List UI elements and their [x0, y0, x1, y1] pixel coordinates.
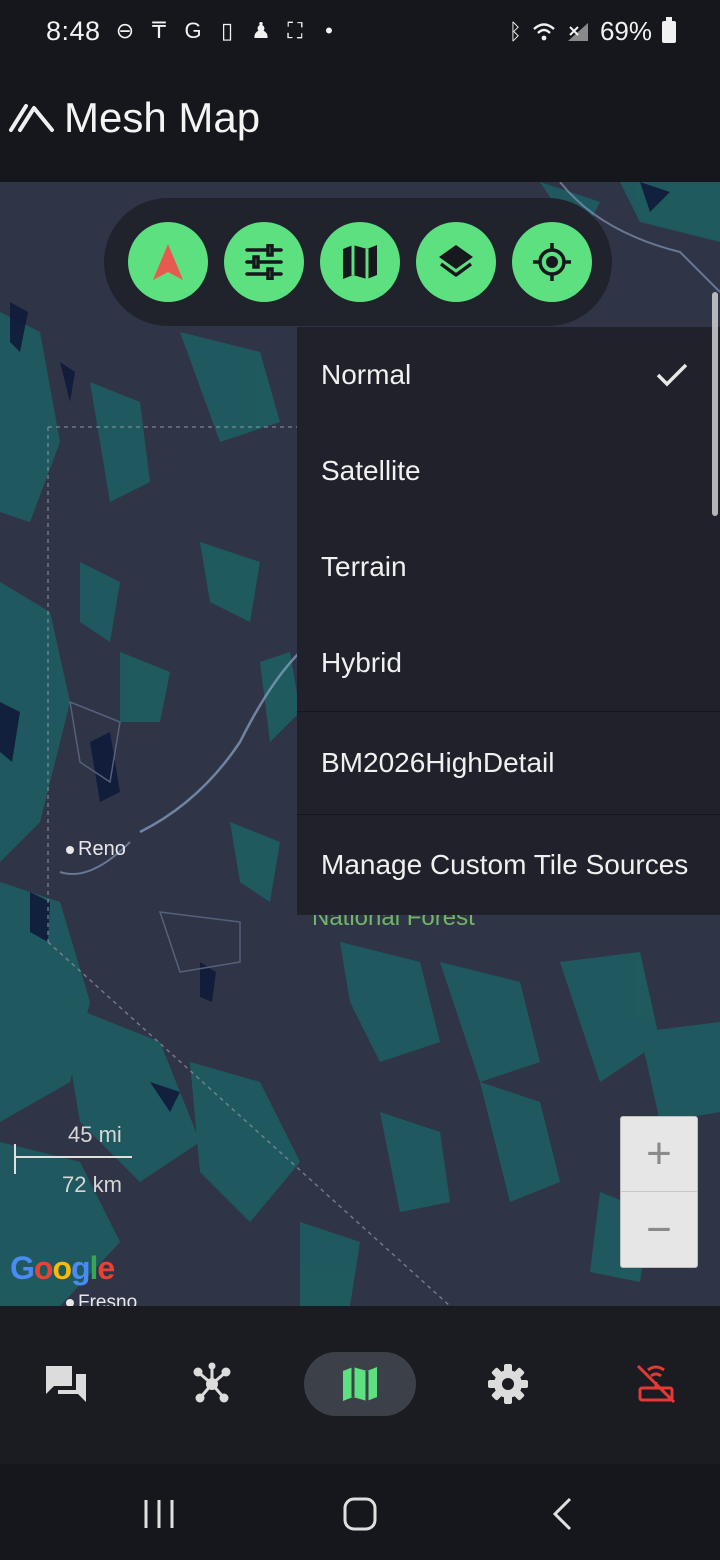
menu-item-normal[interactable]: Normal	[297, 327, 720, 423]
messages-icon	[46, 1366, 86, 1402]
place-label-fresno: Fresno	[66, 1292, 137, 1306]
zoom-control: + −	[620, 1116, 698, 1268]
layers-button[interactable]	[416, 222, 496, 302]
nav-messages[interactable]	[10, 1352, 122, 1416]
disconnected-icon	[636, 1364, 676, 1404]
tune-icon	[245, 244, 283, 280]
nav-map[interactable]	[304, 1352, 416, 1416]
back-icon[interactable]	[550, 1496, 576, 1532]
menu-item-manage-tile-sources[interactable]: Manage Custom Tile Sources	[297, 815, 720, 915]
recent-apps-icon[interactable]	[142, 1498, 176, 1530]
menu-scrollbar[interactable]	[712, 292, 718, 516]
status-time: 8:48	[46, 16, 101, 46]
layers-icon	[439, 245, 473, 277]
my-location-icon	[533, 243, 571, 281]
google-logo: Google	[10, 1250, 115, 1286]
map-type-menu: Normal Satellite Terrain Hybrid BM2026Hi…	[297, 327, 720, 915]
map-type-button[interactable]	[320, 222, 400, 302]
battery-icon	[662, 16, 676, 43]
check-icon	[656, 363, 688, 387]
app-bar: Mesh Map	[0, 68, 720, 182]
system-navigation	[0, 1464, 720, 1560]
app-icon: ₸	[152, 18, 166, 43]
wifi-icon	[533, 22, 555, 40]
scale-km: 72 km	[62, 1172, 122, 1197]
home-icon[interactable]	[342, 1496, 378, 1532]
battery-percent: 69%	[599, 16, 652, 46]
bottom-navigation	[0, 1306, 720, 1464]
place-label-reno: Reno	[66, 838, 126, 861]
menu-item-label: Hybrid	[321, 647, 402, 678]
menu-item-label: Satellite	[321, 455, 421, 486]
zoom-in-button[interactable]: +	[621, 1117, 697, 1192]
app-logo-icon	[9, 104, 54, 132]
navigation-button[interactable]	[128, 222, 208, 302]
menu-item-label: Normal	[321, 359, 412, 390]
map-toolbar	[104, 198, 612, 326]
map-icon	[343, 245, 377, 279]
settings-icon	[488, 1364, 528, 1404]
navigation-arrow-icon	[153, 244, 183, 280]
status-bar: 8:48 ⊖ ₸ G ▯ ♟ ⛶ • ᛒ 69%	[0, 0, 720, 68]
scale-bar	[14, 1156, 132, 1158]
sim-icon: ▯	[220, 18, 234, 43]
nav-connection[interactable]	[600, 1352, 712, 1416]
menu-item-terrain[interactable]: Terrain	[297, 519, 720, 615]
user-icon: ♟	[251, 18, 271, 43]
scale-tick	[14, 1144, 16, 1174]
do-not-disturb-icon: ⊖	[115, 18, 135, 43]
dot-icon: •	[325, 18, 333, 43]
menu-item-hybrid[interactable]: Hybrid	[297, 615, 720, 711]
menu-item-label: Manage Custom Tile Sources	[321, 849, 689, 880]
notification-icons: ⊖ ₸ G ▯ ♟ ⛶ •	[112, 18, 342, 44]
zoom-out-button[interactable]: −	[621, 1192, 697, 1267]
menu-item-label: Terrain	[321, 551, 407, 582]
filter-button[interactable]	[224, 222, 304, 302]
my-location-button[interactable]	[512, 222, 592, 302]
map-scale: 45 mi 72 km	[10, 1122, 140, 1202]
nav-settings[interactable]	[452, 1352, 564, 1416]
menu-item-label: BM2026HighDetail	[321, 747, 555, 778]
scale-miles: 45 mi	[68, 1122, 122, 1147]
no-signal-icon	[567, 22, 588, 41]
page-title: Mesh Map	[64, 94, 261, 141]
screenshot-icon: ⛶	[287, 18, 303, 43]
menu-item-satellite[interactable]: Satellite	[297, 423, 720, 519]
nodes-icon	[193, 1362, 231, 1403]
bluetooth-icon: ᛒ	[508, 18, 522, 44]
map-icon	[343, 1367, 377, 1401]
menu-item-custom-tiles[interactable]: BM2026HighDetail	[297, 711, 720, 815]
system-status: ᛒ 69%	[509, 16, 676, 47]
nav-nodes[interactable]	[156, 1352, 268, 1416]
google-icon: G	[184, 18, 202, 43]
